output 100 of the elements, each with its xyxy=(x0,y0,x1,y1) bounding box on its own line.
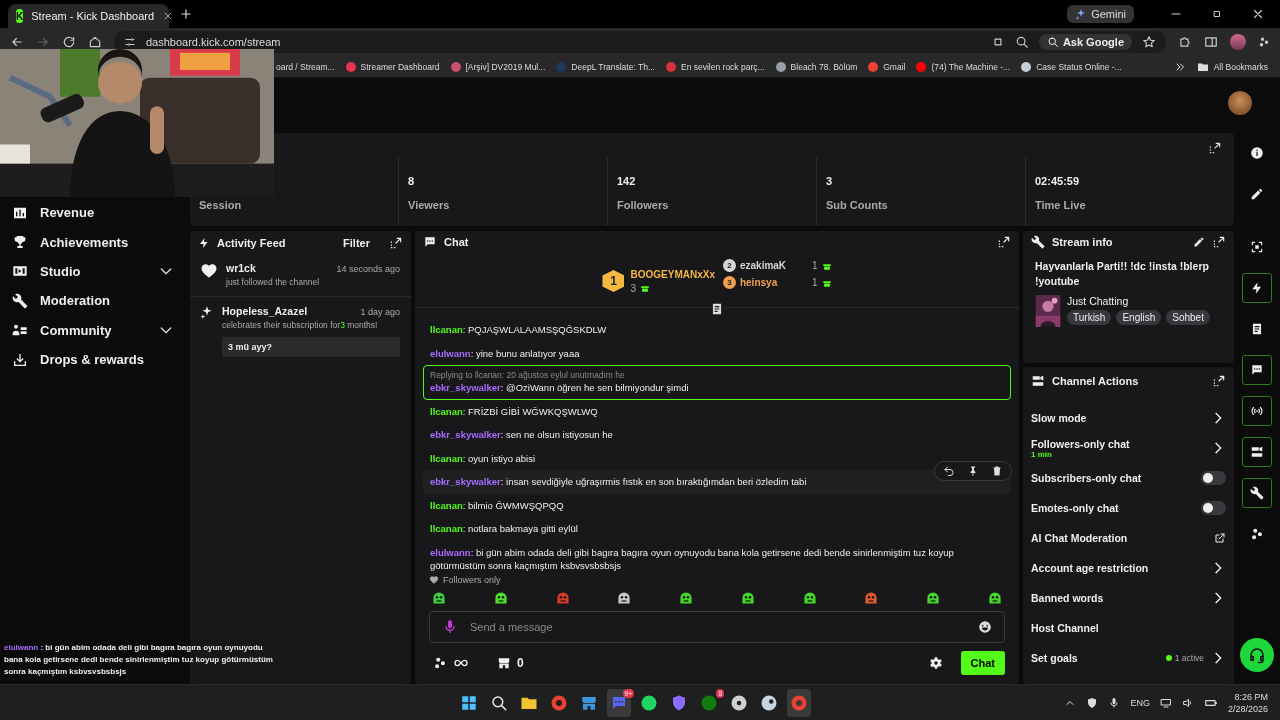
bookmark[interactable]: Bleach 78. Bölüm xyxy=(775,61,858,72)
reply-icon[interactable] xyxy=(943,465,955,477)
rail-button[interactable] xyxy=(1242,395,1272,426)
username-link[interactable]: llcanan xyxy=(430,324,463,335)
side-panel-icon[interactable] xyxy=(1204,35,1218,49)
popout-icon[interactable] xyxy=(389,236,403,250)
points-icon[interactable] xyxy=(433,656,447,670)
action-row[interactable]: Account age restriction xyxy=(1023,553,1234,583)
username-link[interactable]: ebkr_skywalker xyxy=(430,476,501,487)
emote-icon[interactable] xyxy=(739,590,756,606)
toggle-switch[interactable] xyxy=(1201,471,1226,485)
action-row[interactable]: Banned words xyxy=(1023,583,1234,613)
action-row[interactable]: Followers-only chat 1 min xyxy=(1023,433,1234,463)
bookmark[interactable]: [Arşiv] DV2019 Mul... xyxy=(450,61,546,72)
reload-icon[interactable] xyxy=(62,35,76,49)
emote-icon[interactable] xyxy=(616,590,633,606)
browser-tab[interactable]: K Stream - Kick Dashboard xyxy=(8,4,169,28)
bookmark[interactable]: Gmail xyxy=(868,61,906,72)
popout-icon[interactable] xyxy=(1212,235,1226,249)
action-row[interactable]: Slow mode xyxy=(1023,403,1234,433)
tag[interactable]: Turkish xyxy=(1067,310,1112,325)
username-link[interactable]: llcanan xyxy=(430,523,463,534)
rail-button[interactable] xyxy=(1242,436,1272,467)
username-link[interactable]: llcanan xyxy=(430,499,463,511)
site-settings-icon[interactable] xyxy=(124,36,136,48)
zoom-icon[interactable] xyxy=(1014,35,1029,49)
bookmark[interactable]: (74) The Machine -... xyxy=(916,61,1011,72)
bookmark[interactable]: En sevilen rock parç... xyxy=(666,61,765,72)
edit-icon[interactable] xyxy=(1193,236,1205,248)
address-bar[interactable]: dashboard.kick.com/stream Ask Google xyxy=(114,31,1166,53)
bookmark[interactable]: Streamer Dashboard xyxy=(345,61,440,72)
emote-icon[interactable] xyxy=(492,590,509,606)
emote-icon[interactable] xyxy=(863,590,880,606)
action-row[interactable]: Subscribers-only chat xyxy=(1023,463,1234,493)
category-name[interactable]: Just Chatting xyxy=(1067,295,1210,307)
gifter-name[interactable]: BOOGEYMANxXx xyxy=(630,268,715,280)
emoji-icon[interactable] xyxy=(978,620,992,634)
rail-button[interactable] xyxy=(1242,477,1272,508)
monitor-icon[interactable] xyxy=(1159,696,1172,709)
popout-icon[interactable] xyxy=(997,235,1011,249)
popout-icon[interactable] xyxy=(1212,374,1226,388)
tag[interactable]: English xyxy=(1116,310,1162,325)
bookmark[interactable]: DeepL Translate: Th... xyxy=(556,61,655,72)
gemini-button[interactable]: Gemini xyxy=(1067,5,1134,23)
username[interactable]: Hopeless_Azazel xyxy=(222,305,308,317)
popout-icon[interactable] xyxy=(1208,141,1222,155)
volume-icon[interactable] xyxy=(1181,696,1194,709)
clock[interactable]: 8:26 PM 2/28/2026 xyxy=(1227,690,1268,715)
emote-icon[interactable] xyxy=(925,590,942,606)
rail-button[interactable] xyxy=(1242,354,1272,385)
username-link[interactable]: llcanan xyxy=(430,452,463,464)
nav-item[interactable]: Moderation xyxy=(0,286,190,316)
filter-button[interactable]: Filter xyxy=(337,236,376,250)
profile-avatar[interactable] xyxy=(1230,34,1246,50)
username-link[interactable]: llcanan xyxy=(430,405,463,417)
nav-item[interactable]: Community xyxy=(0,315,190,345)
shield-icon[interactable] xyxy=(1086,696,1099,709)
tag[interactable]: Sohbet xyxy=(1166,310,1210,325)
nav-item[interactable]: Revenue xyxy=(0,198,190,228)
help-button[interactable] xyxy=(1240,638,1274,672)
username-link[interactable]: elulwann xyxy=(430,546,471,558)
bookmark[interactable]: oard / Stream... xyxy=(276,61,335,72)
nav-item[interactable]: Drops & rewards xyxy=(0,344,190,375)
extensions-icon[interactable] xyxy=(1178,35,1192,49)
menu-icon[interactable] xyxy=(1258,36,1270,48)
message-input[interactable]: Send a message xyxy=(429,611,1005,643)
toggle-switch[interactable] xyxy=(1201,501,1226,515)
emote-icon[interactable] xyxy=(986,590,1003,606)
gifter-name[interactable]: heinsya xyxy=(739,277,808,288)
emote-icon[interactable] xyxy=(431,590,447,606)
nav-item[interactable]: Studio xyxy=(0,256,190,287)
forward-icon[interactable] xyxy=(36,35,50,49)
store-icon[interactable] xyxy=(497,656,511,670)
close-icon[interactable] xyxy=(1251,7,1265,21)
language-indicator[interactable]: ENG xyxy=(1130,697,1150,708)
emote-icon[interactable] xyxy=(678,590,695,606)
avatar[interactable] xyxy=(1228,91,1252,115)
delete-icon[interactable] xyxy=(991,465,1003,477)
new-tab-icon[interactable] xyxy=(179,7,193,21)
action-row[interactable]: AI Chat Moderation xyxy=(1023,523,1234,553)
action-row[interactable]: Host Channel xyxy=(1023,613,1234,643)
action-row[interactable]: Set goals 1 active xyxy=(1023,643,1234,673)
username[interactable]: wr1ck xyxy=(226,262,256,274)
ask-google-button[interactable]: Ask Google xyxy=(1038,34,1132,50)
bookmark[interactable]: Case Status Online -... xyxy=(1021,61,1122,72)
rail-button[interactable] xyxy=(1242,272,1272,303)
emote-icon[interactable] xyxy=(801,590,818,606)
back-icon[interactable] xyxy=(10,35,24,49)
bookmark-star-icon[interactable] xyxy=(1142,35,1156,49)
chat-send-button[interactable]: Chat xyxy=(960,651,1005,675)
nav-item[interactable]: Achievements xyxy=(0,227,190,257)
username-link[interactable]: ebkr_skywalker xyxy=(430,429,501,440)
settings-icon[interactable] xyxy=(928,656,943,670)
all-bookmarks-button[interactable]: All Bookmarks xyxy=(1196,60,1268,73)
username-link[interactable]: elulwann xyxy=(430,347,471,359)
gifter-name[interactable]: ezakimaK xyxy=(739,260,808,271)
username-link[interactable]: ebkr_skywalker xyxy=(430,382,501,393)
action-row[interactable]: Emotes-only chat xyxy=(1023,493,1234,523)
home-icon[interactable] xyxy=(88,35,102,49)
maximize-icon[interactable] xyxy=(1211,8,1223,20)
